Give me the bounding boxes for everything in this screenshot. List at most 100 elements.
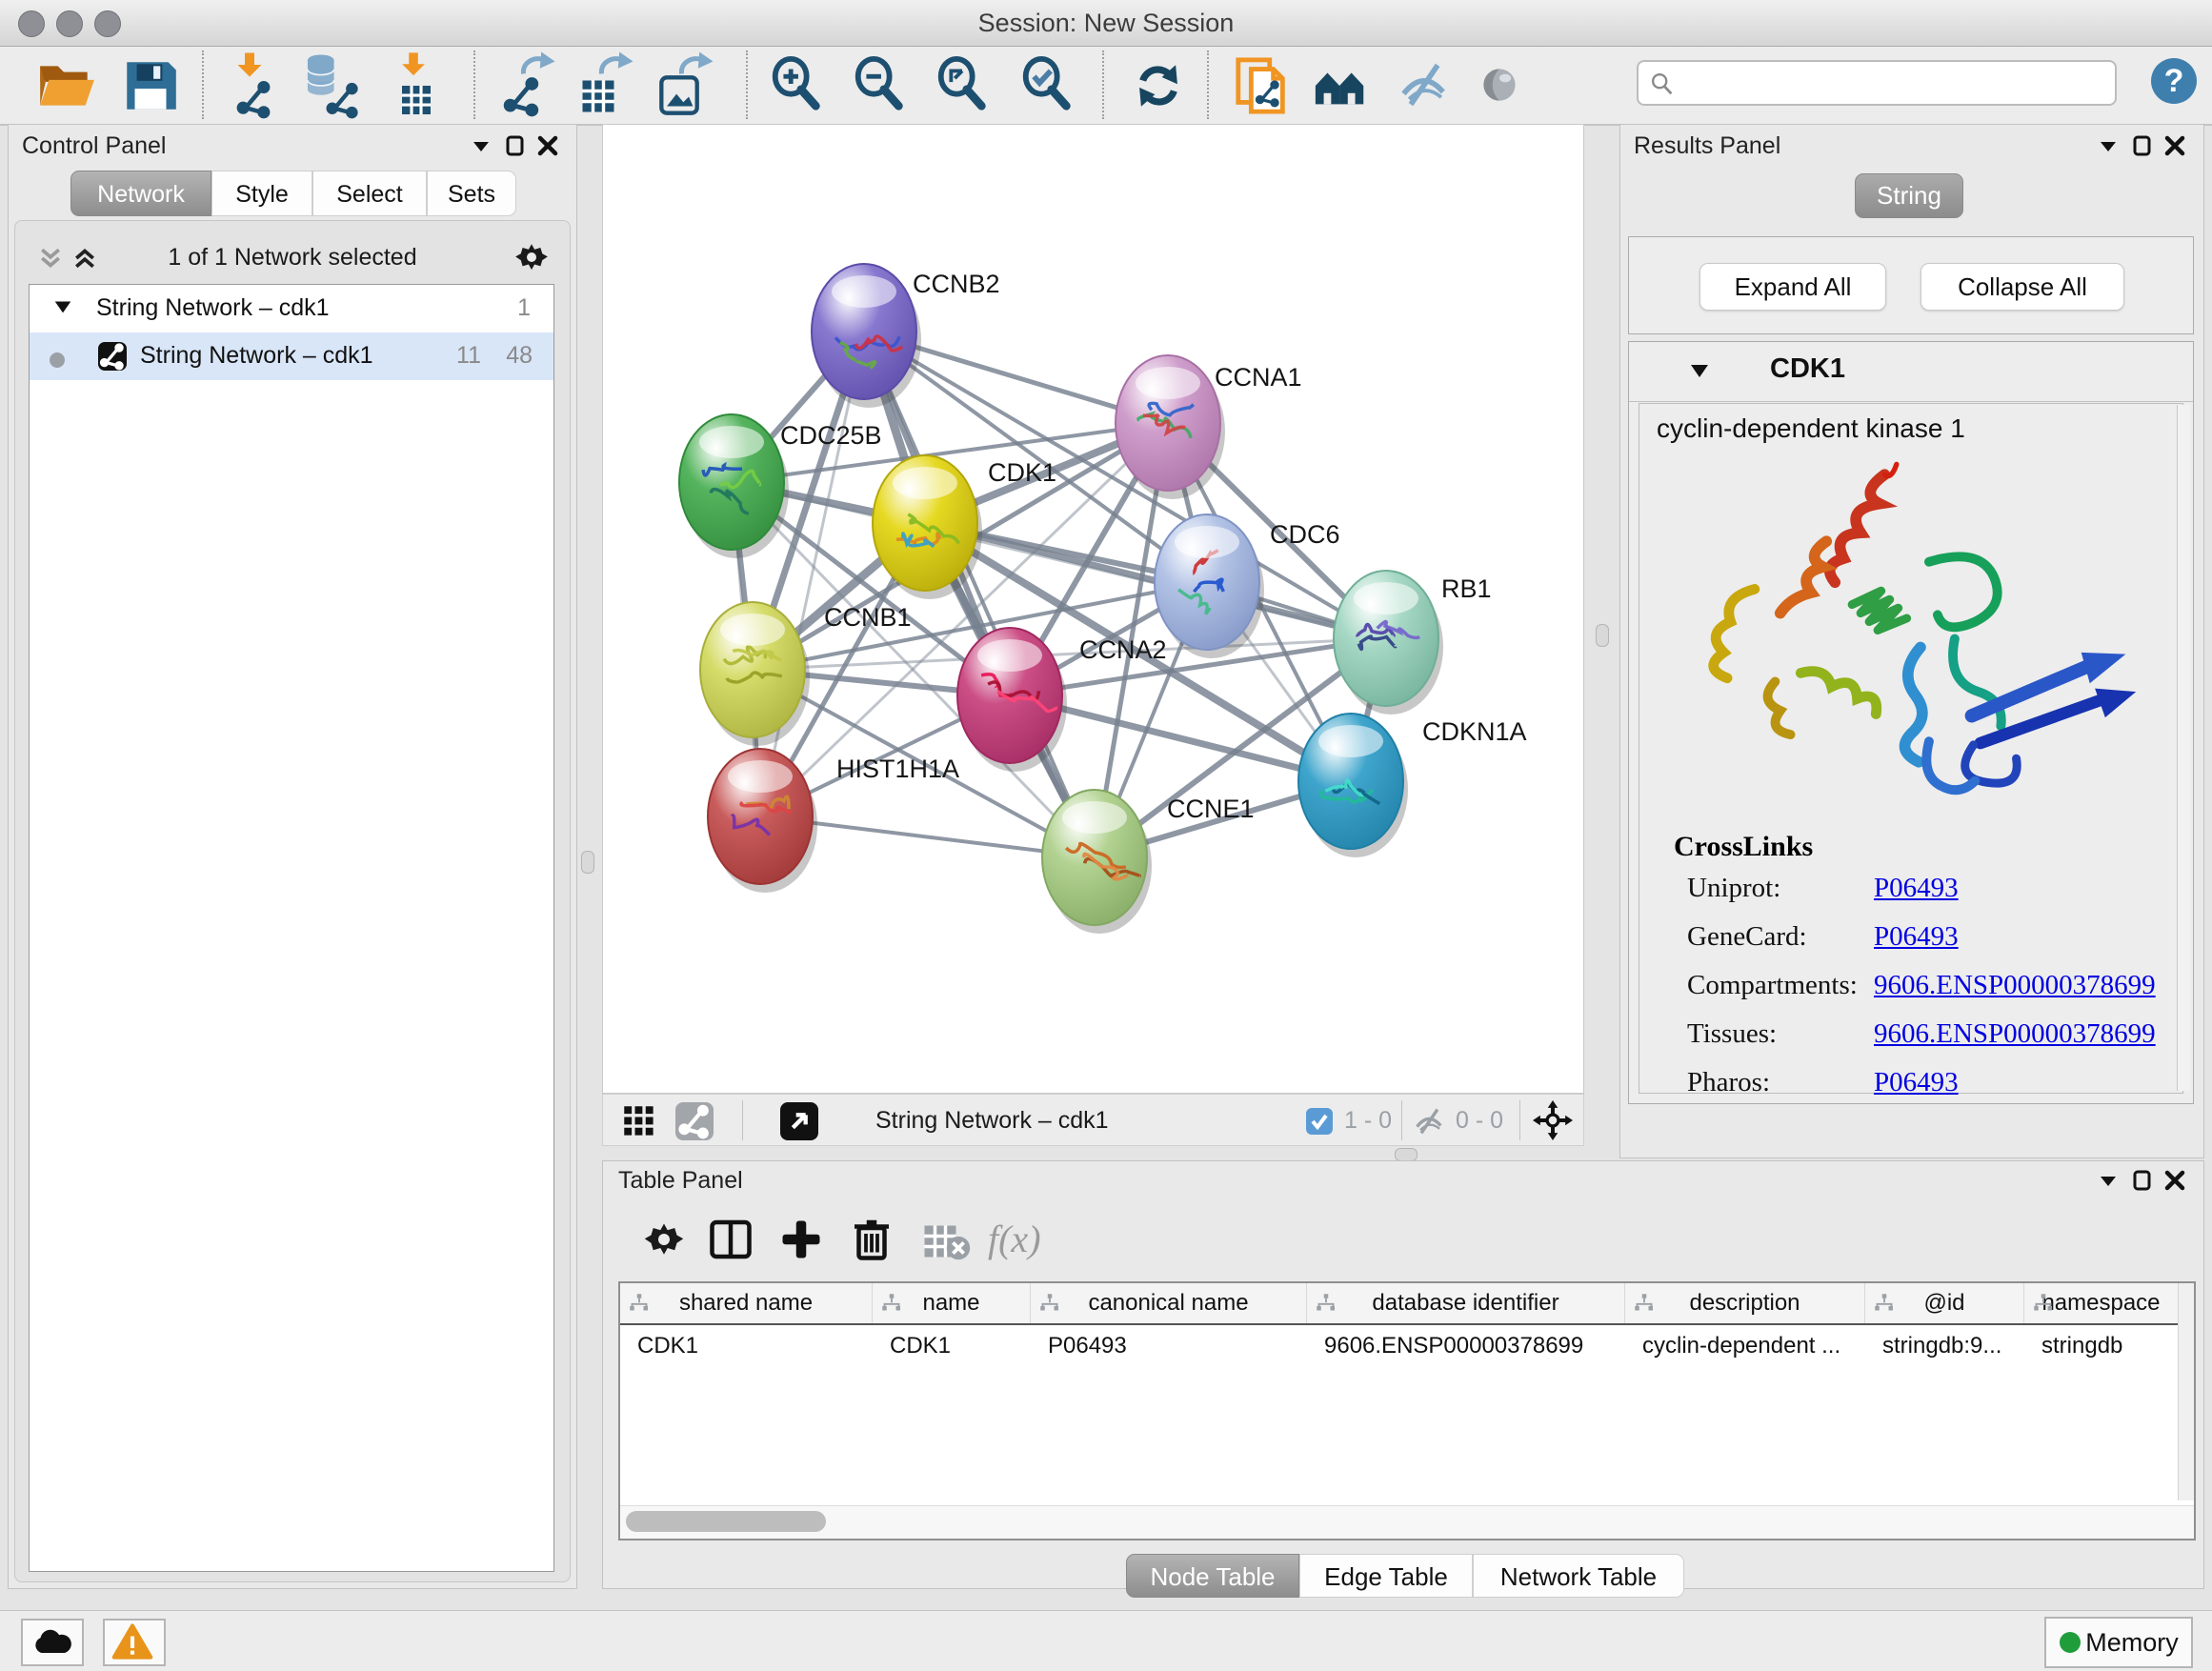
control-panel-float-menu-icon[interactable] <box>470 134 493 162</box>
memory-button[interactable]: Memory <box>2044 1617 2193 1668</box>
column-type-icon <box>2032 1292 2055 1315</box>
export-network-icon[interactable] <box>493 54 556 117</box>
crosslink-link[interactable]: P06493 <box>1874 873 1959 904</box>
table-cell[interactable]: cyclin-dependent ... <box>1625 1325 1865 1367</box>
open-session-icon[interactable] <box>34 54 97 117</box>
graph-node-label: CCNE1 <box>1167 795 1255 823</box>
crosslink-row: Pharos: P06493 <box>1639 1067 2184 1105</box>
first-neighbors-icon[interactable] <box>1312 54 1375 117</box>
results-panel-close-icon[interactable] <box>2163 134 2186 162</box>
add-column-icon[interactable] <box>778 1217 824 1262</box>
tab-style[interactable]: Style <box>211 171 312 216</box>
zoom-fit-content-icon[interactable] <box>933 54 995 117</box>
crosslink-link[interactable]: P06493 <box>1874 1067 1959 1098</box>
tab-node-table[interactable]: Node Table <box>1126 1554 1299 1598</box>
table-cell[interactable]: CDK1 <box>873 1325 1031 1367</box>
split-columns-icon[interactable] <box>708 1217 754 1262</box>
selected-checkbox[interactable] <box>1305 1107 1334 1140</box>
export-image-icon[interactable] <box>652 54 714 117</box>
graph-node-label: CCNB2 <box>913 270 1000 298</box>
collection-expander-icon[interactable] <box>52 296 73 324</box>
column-header-canonicalname[interactable]: canonical name <box>1031 1283 1307 1323</box>
import-network-from-file-icon[interactable] <box>221 54 284 117</box>
tab-string[interactable]: String <box>1855 173 1963 218</box>
new-network-from-selection-icon[interactable] <box>1231 54 1294 117</box>
results-entry-box: CDK1 cyclin-dependent kinase 1 <box>1628 341 2194 1104</box>
import-network-from-database-icon[interactable] <box>299 54 362 117</box>
control-panel-title: Control Panel <box>22 132 166 160</box>
control-panel-undock-icon[interactable] <box>504 134 527 162</box>
zoom-selected-icon[interactable] <box>1017 54 1080 117</box>
table-vertical-scrollbar[interactable] <box>2178 1283 2194 1500</box>
zoom-in-icon[interactable] <box>767 54 830 117</box>
cloud-icon[interactable] <box>21 1619 84 1666</box>
column-header-id[interactable]: @id <box>1865 1283 2024 1323</box>
grid-view-icon[interactable] <box>622 1104 656 1143</box>
results-panel-float-menu-icon[interactable] <box>2097 134 2120 162</box>
warning-icon[interactable] <box>103 1619 166 1666</box>
crosslink-label: GeneCard: <box>1687 921 1807 953</box>
network-tree: String Network – cdk1 1 String Network –… <box>29 284 554 1572</box>
entry-collapse-icon[interactable] <box>1688 359 1711 387</box>
table-cell[interactable]: CDK1 <box>620 1325 873 1367</box>
save-session-icon[interactable] <box>119 54 182 117</box>
entry-header-row[interactable]: CDK1 <box>1629 342 2193 402</box>
refresh-view-icon[interactable] <box>1127 54 1190 117</box>
crosslink-label: Compartments: <box>1687 970 1858 1001</box>
table-horizontal-scrollbar[interactable] <box>620 1505 2194 1539</box>
import-table-from-file-icon[interactable] <box>384 54 447 117</box>
graph-node-label: CCNA2 <box>1079 635 1167 664</box>
delete-column-icon[interactable] <box>849 1217 895 1262</box>
table-cell[interactable]: stringdb:9... <box>1865 1325 2024 1367</box>
results-panel-undock-icon[interactable] <box>2131 134 2154 162</box>
bottom-splitter-handle[interactable] <box>1395 1148 1418 1161</box>
tab-network-table[interactable]: Network Table <box>1473 1554 1684 1598</box>
table-panel-close-icon[interactable] <box>2163 1169 2186 1197</box>
control-panel-close-icon[interactable] <box>536 134 559 162</box>
column-header-databaseidentifier[interactable]: database identifier <box>1307 1283 1625 1323</box>
tab-network[interactable]: Network <box>70 171 211 216</box>
left-splitter-handle[interactable] <box>581 851 594 874</box>
scrollbar-thumb[interactable] <box>626 1511 826 1532</box>
export-table-icon[interactable] <box>572 54 634 117</box>
show-all-icon[interactable] <box>1469 54 1532 117</box>
string-network-graph[interactable]: CCNB2CCNA1CDC25BCDK1CDC6RB1CCNB1CCNA2CDK… <box>603 125 1583 1093</box>
pan-crosshair-icon[interactable] <box>1533 1100 1573 1145</box>
column-header-sharedname[interactable]: shared name <box>620 1283 873 1323</box>
share-view-icon[interactable] <box>675 1102 714 1145</box>
zoom-out-icon[interactable] <box>850 54 913 117</box>
crosslink-link[interactable]: 9606.ENSP00000378699 <box>1874 1018 2156 1050</box>
network-collection-row[interactable]: String Network – cdk1 1 <box>30 285 553 332</box>
column-header-name[interactable]: name <box>873 1283 1031 1323</box>
right-splitter-handle[interactable] <box>1596 624 1609 647</box>
results-scrollbar[interactable] <box>2177 405 2190 1091</box>
crosslink-link[interactable]: 9606.ENSP00000378699 <box>1874 970 2156 1001</box>
tab-sets[interactable]: Sets <box>427 171 516 216</box>
table-panel-float-menu-icon[interactable] <box>2097 1169 2120 1197</box>
network-row[interactable]: String Network – cdk1 11 48 <box>30 332 553 380</box>
help-icon[interactable]: ? <box>2151 58 2197 104</box>
open-in-window-icon[interactable] <box>780 1102 818 1145</box>
table-cell[interactable]: stringdb <box>2024 1325 2179 1367</box>
table-panel-undock-icon[interactable] <box>2131 1169 2154 1197</box>
column-header-namespace[interactable]: namespace <box>2024 1283 2179 1323</box>
network-view-canvas[interactable]: CCNB2CCNA1CDC25BCDK1CDC6RB1CCNB1CCNA2CDK… <box>602 124 1584 1094</box>
settings-gear-icon[interactable] <box>641 1217 687 1262</box>
tab-select[interactable]: Select <box>312 171 427 216</box>
hidden-eye-icon <box>1413 1104 1447 1143</box>
network-options-gear-icon[interactable] <box>513 238 551 281</box>
table-cell[interactable]: 9606.ENSP00000378699 <box>1307 1325 1625 1367</box>
tab-edge-table[interactable]: Edge Table <box>1299 1554 1473 1598</box>
graph-node-label: RB1 <box>1441 574 1492 603</box>
crosslink-link[interactable]: P06493 <box>1874 921 1959 953</box>
memory-status-dot <box>2060 1632 2081 1653</box>
column-header-description[interactable]: description <box>1625 1283 1865 1323</box>
hide-selection-icon[interactable] <box>1397 54 1459 117</box>
search-input[interactable] <box>1684 64 2107 100</box>
table-cell[interactable]: P06493 <box>1031 1325 1307 1367</box>
collapse-all-button[interactable]: Collapse All <box>1920 263 2124 311</box>
expand-all-button[interactable]: Expand All <box>1699 263 1886 311</box>
column-type-icon <box>1315 1292 1337 1315</box>
search-box[interactable] <box>1637 60 2117 106</box>
delete-table-icon[interactable] <box>919 1217 965 1262</box>
